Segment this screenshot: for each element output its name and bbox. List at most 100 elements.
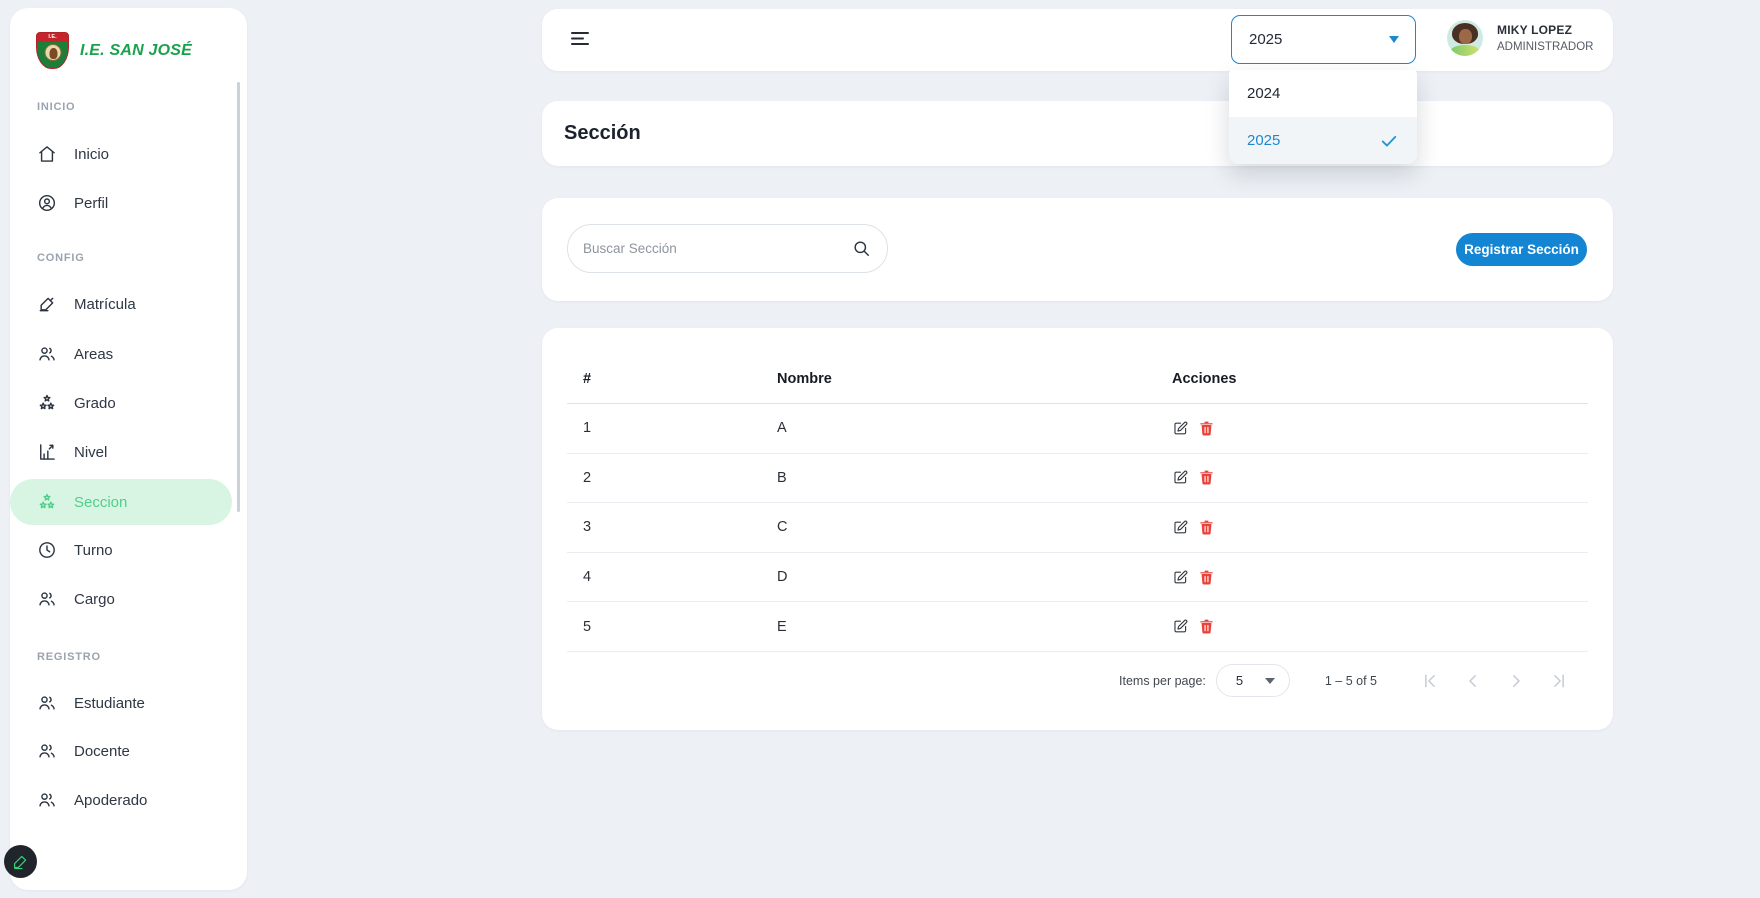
search-input[interactable]: [583, 241, 852, 256]
enrollment-pen-icon: [39, 297, 54, 312]
sidebar-item-docente[interactable]: Docente: [10, 729, 235, 773]
sidebar-item-nivel[interactable]: Nivel: [10, 430, 235, 474]
chevron-down-icon: [1389, 36, 1399, 43]
table-row: 5 E: [567, 602, 1588, 652]
table-row: 3 C: [567, 503, 1588, 553]
edit-theme-fab[interactable]: [4, 845, 37, 878]
avatar: [1447, 20, 1483, 56]
row-number: 2: [583, 469, 592, 486]
edit-icon: [1174, 471, 1188, 484]
row-number: 4: [583, 569, 592, 586]
row-number: 5: [583, 618, 592, 635]
sidebar-item-cargo[interactable]: Cargo: [10, 577, 235, 621]
delete-button[interactable]: [1198, 420, 1215, 437]
sidebar-item-label: Seccion: [74, 493, 128, 511]
sidebar-scrollbar[interactable]: [237, 82, 240, 512]
edit-icon: [1174, 520, 1188, 534]
sections-table-card: # Nombre Acciones 1 A 2 B 3 C 4 D 5 E It…: [542, 328, 1613, 730]
trash-icon: [1200, 471, 1213, 485]
column-header-num: #: [583, 370, 592, 387]
year-option-2024[interactable]: 2024: [1229, 70, 1417, 117]
chevron-left-icon: [1469, 674, 1476, 687]
sidebar-item-label: Estudiante: [74, 694, 145, 712]
nav-section-config: CONFIG: [37, 252, 85, 264]
table-row: 1 A: [567, 404, 1588, 454]
sidebar-item-label: Apoderado: [74, 791, 148, 809]
user-profile[interactable]: MIKY LOPEZ ADMINISTRADOR: [1447, 20, 1593, 56]
delete-button[interactable]: [1198, 469, 1215, 486]
star-cluster-icon: [39, 493, 55, 509]
sidebar-item-label: Docente: [74, 742, 130, 760]
sidebar-item-apoderado[interactable]: Apoderado: [10, 778, 235, 822]
sidebar-item-estudiante[interactable]: Estudiante: [10, 681, 235, 725]
table-header-row: # Nombre Acciones: [567, 354, 1588, 404]
delete-button[interactable]: [1198, 618, 1215, 635]
sidebar-item-label: Areas: [74, 345, 114, 363]
app-logo: I.E. I.E. SAN JOSÉ: [36, 32, 192, 69]
row-nombre: E: [777, 618, 787, 635]
row-nombre: B: [777, 469, 787, 486]
row-number: 3: [583, 519, 592, 536]
pagination-bar: Items per page: 5 1 – 5 of 5: [567, 664, 1568, 698]
page-title-card: Sección: [542, 101, 1613, 166]
sidebar-item-label: Turno: [74, 541, 113, 559]
last-page-button[interactable]: [1550, 672, 1568, 690]
sidebar-item-inicio[interactable]: Inicio: [10, 132, 235, 176]
edit-button[interactable]: [1172, 420, 1189, 437]
year-option-2025[interactable]: 2025: [1229, 117, 1417, 164]
edit-button[interactable]: [1172, 618, 1189, 635]
page-size-select[interactable]: 5: [1215, 664, 1290, 698]
first-page-button[interactable]: [1421, 672, 1439, 690]
register-section-button[interactable]: Registrar Sección: [1456, 233, 1587, 266]
search-icon: [854, 241, 869, 256]
level-chart-icon: [40, 444, 55, 460]
person-circle-icon: [38, 194, 56, 212]
page-title: Sección: [564, 122, 641, 144]
sidebar-item-label: Cargo: [74, 590, 115, 608]
edit-button[interactable]: [1172, 469, 1189, 486]
column-header-acciones: Acciones: [1172, 370, 1237, 387]
edit-icon: [1174, 421, 1188, 435]
items-per-page-label: Items per page:: [1119, 673, 1206, 688]
check-icon: [1381, 135, 1397, 146]
user-role: ADMINISTRADOR: [1497, 41, 1594, 53]
sidebar-item-matricula[interactable]: Matrícula: [10, 282, 235, 326]
sidebar-item-perfil[interactable]: Perfil: [10, 181, 235, 225]
year-select[interactable]: 2025: [1231, 15, 1416, 64]
people-icon: [39, 744, 55, 758]
sidebar-item-grado[interactable]: Grado: [10, 381, 235, 425]
sidebar: I.E. I.E. SAN JOSÉ INICIO Inicio Perfil …: [10, 8, 247, 890]
pencil-icon: [13, 855, 27, 870]
trash-icon: [1200, 619, 1213, 634]
user-name: MIKY LOPEZ: [1497, 23, 1573, 37]
hamburger-icon: [571, 32, 589, 45]
crest-badge-text: I.E.: [37, 33, 68, 42]
year-option-label: 2025: [1247, 132, 1281, 149]
delete-button[interactable]: [1198, 519, 1215, 536]
edit-icon: [1174, 570, 1188, 583]
edit-button[interactable]: [1172, 569, 1189, 586]
people-icon: [39, 592, 55, 606]
clock-icon: [39, 542, 55, 558]
sidebar-item-label: Matrícula: [74, 295, 136, 313]
year-dropdown-menu: 2024 2025: [1229, 70, 1417, 164]
previous-page-button[interactable]: [1464, 672, 1482, 690]
row-nombre: C: [777, 519, 788, 536]
last-page-icon: [1554, 674, 1564, 688]
table-row: 4 D: [567, 553, 1588, 603]
delete-button[interactable]: [1198, 569, 1215, 586]
sidebar-item-seccion[interactable]: Seccion: [10, 479, 232, 525]
top-header: 2025 MIKY LOPEZ ADMINISTRADOR: [542, 9, 1613, 71]
next-page-button[interactable]: [1507, 672, 1525, 690]
menu-toggle-button[interactable]: [570, 31, 590, 49]
edit-icon: [1174, 619, 1188, 633]
edit-button[interactable]: [1172, 519, 1189, 536]
page-size-value: 5: [1235, 673, 1244, 689]
search-button[interactable]: [852, 239, 871, 258]
sidebar-item-areas[interactable]: Areas: [10, 332, 235, 376]
trash-icon: [1200, 570, 1213, 585]
chevron-down-icon: [1264, 677, 1275, 684]
sidebar-item-turno[interactable]: Turno: [10, 528, 235, 572]
star-cluster-icon: [39, 394, 55, 410]
sidebar-item-label: Grado: [74, 394, 116, 412]
